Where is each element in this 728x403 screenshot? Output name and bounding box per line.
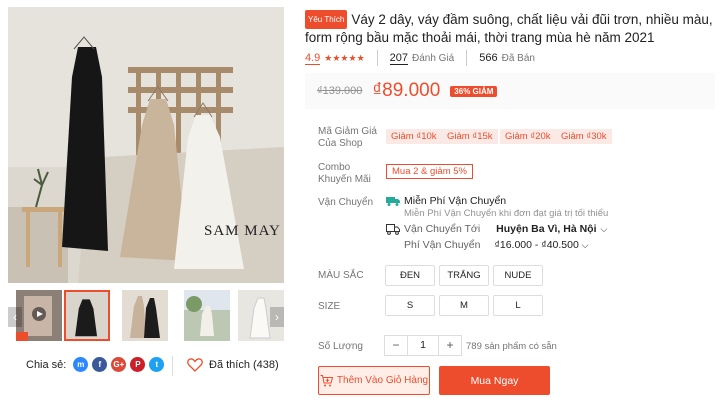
discount-badge: 36% GIẢM (450, 85, 498, 97)
combo-deal[interactable]: Mua 2 & giảm 5% (386, 164, 473, 179)
size-option-m[interactable]: M (439, 295, 489, 316)
product-photo: SAM MAY (8, 7, 284, 283)
shipping-fee-value[interactable]: ₫16.000 - ₫40.500 ⌵ (494, 239, 588, 251)
color-option-white[interactable]: TRẮNG (439, 265, 489, 286)
free-shipping-icon (386, 197, 400, 206)
shipping-label: Vận Chuyển (318, 197, 374, 208)
sold-count: 566 (479, 52, 498, 64)
sale-price: ₫89.000 (372, 80, 441, 101)
facebook-icon[interactable]: f (92, 357, 108, 372)
quantity-label: Số Lượng (318, 341, 363, 352)
thumbnail-strip: ‹ › (6, 289, 286, 344)
chevron-left-icon: ‹ (13, 310, 17, 324)
voucher-10k[interactable]: Giảm ₫10k (386, 129, 442, 144)
voucher-15k[interactable]: Giảm ₫15k (442, 129, 498, 144)
free-shipping-title: Miễn Phí Vận Chuyển (404, 195, 507, 207)
chevron-down-icon: ⌵ (581, 240, 589, 250)
add-to-cart-label: Thêm Vào Giỏ Hàng (336, 375, 429, 386)
voucher-20k[interactable]: Giảm ₫20k (500, 129, 556, 144)
quantity-increase-button[interactable]: + (439, 336, 461, 355)
size-label: SIZE (318, 301, 341, 312)
voucher-30k[interactable]: Giảm ₫30k (556, 129, 612, 144)
free-shipping: Miễn Phí Vận Chuyển (386, 195, 506, 207)
size-option-l[interactable]: L (493, 295, 543, 316)
add-to-cart-button[interactable]: Thêm Vào Giỏ Hàng (318, 366, 430, 395)
color-option-black[interactable]: ĐEN (385, 265, 435, 286)
thumbnail-black-dress[interactable] (64, 290, 110, 341)
rating-stars-icon: ★★★★★ (324, 52, 365, 63)
product-title-text: Váy 2 dây, váy đầm suông, chất liệu vải … (305, 12, 713, 45)
divider (466, 50, 468, 66)
sold-label: Đã Bán (501, 52, 535, 64)
thumbnail-outdoor[interactable] (184, 290, 230, 341)
share-bar: Chia sẻ: m f G+ P t (26, 357, 165, 372)
truck-icon (386, 223, 400, 235)
product-stats: 4.9 ★★★★★ 207 Đánh Giá 566 Đã Bán (305, 50, 535, 66)
free-shipping-desc: Miễn Phí Vận Chuyển khi đơn đạt giá trị … (404, 208, 609, 219)
like-count-label: Đã thích (438) (209, 359, 279, 371)
thumbnail-video[interactable] (16, 290, 62, 341)
quantity-stepper: − 1 + (384, 335, 462, 356)
size-option-s[interactable]: S (385, 295, 435, 316)
like-button[interactable]: Đã thích (438) (187, 358, 279, 372)
chevron-down-icon[interactable]: ⌵ (601, 224, 608, 235)
thumbnail-prev-button[interactable]: ‹ (8, 307, 22, 327)
messenger-icon[interactable]: m (73, 357, 89, 372)
twitter-icon[interactable]: t (149, 357, 165, 372)
ship-to-label: Vận Chuyển Tới (404, 223, 481, 235)
favorite-badge: Yêu Thích (305, 10, 348, 29)
heart-icon (187, 358, 203, 372)
thumbnail-next-button[interactable]: › (270, 307, 284, 327)
color-option-nude[interactable]: NUDE (493, 265, 543, 286)
buy-now-button[interactable]: Mua Ngay (439, 366, 550, 395)
ship-to-location[interactable]: Huyện Ba Vì, Hà Nội (496, 223, 596, 235)
brand-watermark: SAM MAY (204, 223, 281, 239)
original-price: ₫139.000 (317, 85, 363, 97)
reviews-count[interactable]: 207 (389, 52, 408, 65)
shipping-fee-row: Phí Vận Chuyển ₫16.000 - ₫40.500 ⌵ (404, 239, 589, 251)
rating-value[interactable]: 4.9 (305, 52, 321, 65)
divider (376, 50, 378, 66)
chevron-right-icon: › (275, 310, 279, 324)
divider (172, 356, 173, 376)
google-plus-icon[interactable]: G+ (111, 357, 127, 372)
reviews-label: Đánh Giá (412, 52, 455, 64)
voucher-label: Mã Giảm Giá Của Shop (318, 126, 377, 149)
product-main-image[interactable]: SAM MAY (8, 7, 284, 283)
ship-to-row: Vận Chuyển Tới Huyện Ba Vì, Hà Nội ⌵ (386, 223, 607, 235)
combo-label: Combo Khuyến Mãi (318, 162, 371, 185)
product-title: Yêu Thích Váy 2 dây, váy đầm suông, chất … (305, 10, 715, 46)
quantity-decrease-button[interactable]: − (385, 336, 407, 355)
pinterest-icon[interactable]: P (130, 357, 146, 372)
quantity-input[interactable]: 1 (407, 336, 439, 355)
color-label: MÀU SẮC (318, 270, 364, 281)
thumbnail-beige-dress[interactable] (122, 290, 168, 341)
price-box: ₫139.000 ₫89.000 36% GIẢM (305, 73, 715, 109)
share-label: Chia sẻ: (26, 358, 67, 371)
stock-available: 789 sản phẩm có sẵn (466, 341, 557, 352)
shipping-fee-label: Phí Vận Chuyển (404, 239, 481, 251)
cart-plus-icon (320, 374, 333, 386)
